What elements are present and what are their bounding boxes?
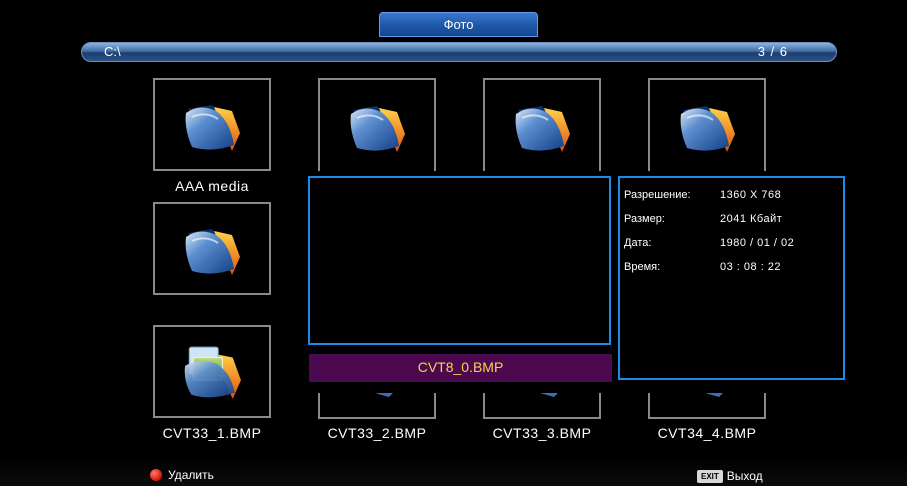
path-bar: C:\ 3 / 6 [81, 42, 837, 62]
folder-icon [347, 96, 407, 156]
delete-label: Удалить [168, 468, 214, 482]
page-title: Фото [379, 12, 538, 37]
grid-item-1[interactable] [153, 78, 271, 171]
info-time-value: 03 : 08 : 22 [720, 261, 782, 273]
grid-item-11[interactable] [483, 393, 601, 419]
exit-key-icon: EXIT [697, 469, 723, 483]
delete-hint[interactable]: Удалить [150, 468, 214, 482]
folder-icon [512, 96, 572, 156]
file-info-panel: Разрешение: 1360 X 768 Размер: 2041 Кбай… [618, 176, 845, 380]
info-date-label: Дата: [624, 237, 652, 249]
info-size-label: Размер: [624, 213, 665, 225]
red-button-icon [150, 469, 162, 481]
preview-panel [308, 176, 611, 345]
footer-bar [0, 458, 907, 486]
info-resolution-label: Разрешение: [624, 189, 691, 201]
folder-icon [182, 219, 242, 279]
grid-item-5[interactable] [153, 202, 271, 295]
grid-item-9-label: CVT33_1.BMP [162, 425, 262, 441]
info-date-value: 1980 / 01 / 02 [720, 237, 795, 249]
folder-icon [677, 96, 737, 156]
exit-label: Выход [726, 469, 763, 483]
selected-file-name: CVT8_0.BMP [309, 354, 612, 382]
info-time-label: Время: [624, 261, 661, 273]
current-path: C:\ [104, 44, 121, 59]
info-size-value: 2041 Кбайт [720, 213, 783, 225]
grid-item-4[interactable] [648, 78, 766, 171]
image-folder-icon [181, 341, 243, 403]
info-resolution-value: 1360 X 768 [720, 189, 782, 201]
page-indicator: 3 / 6 [757, 44, 788, 59]
grid-item-10-label: CVT33_2.BMP [327, 425, 427, 441]
grid-item-9[interactable] [153, 325, 271, 418]
image-icon [540, 393, 558, 397]
grid-item-12-label: CVT34_4.BMP [657, 425, 757, 441]
grid-item-12[interactable] [648, 393, 766, 419]
grid-item-11-label: CVT33_3.BMP [492, 425, 592, 441]
exit-hint[interactable]: EXIT Выход [697, 469, 763, 483]
image-icon [375, 393, 393, 397]
grid-item-1-label: AAA media [175, 178, 249, 194]
grid-item-2[interactable] [318, 78, 436, 171]
image-icon [705, 393, 723, 397]
grid-item-10[interactable] [318, 393, 436, 419]
grid-item-3[interactable] [483, 78, 601, 171]
folder-icon [182, 95, 242, 155]
